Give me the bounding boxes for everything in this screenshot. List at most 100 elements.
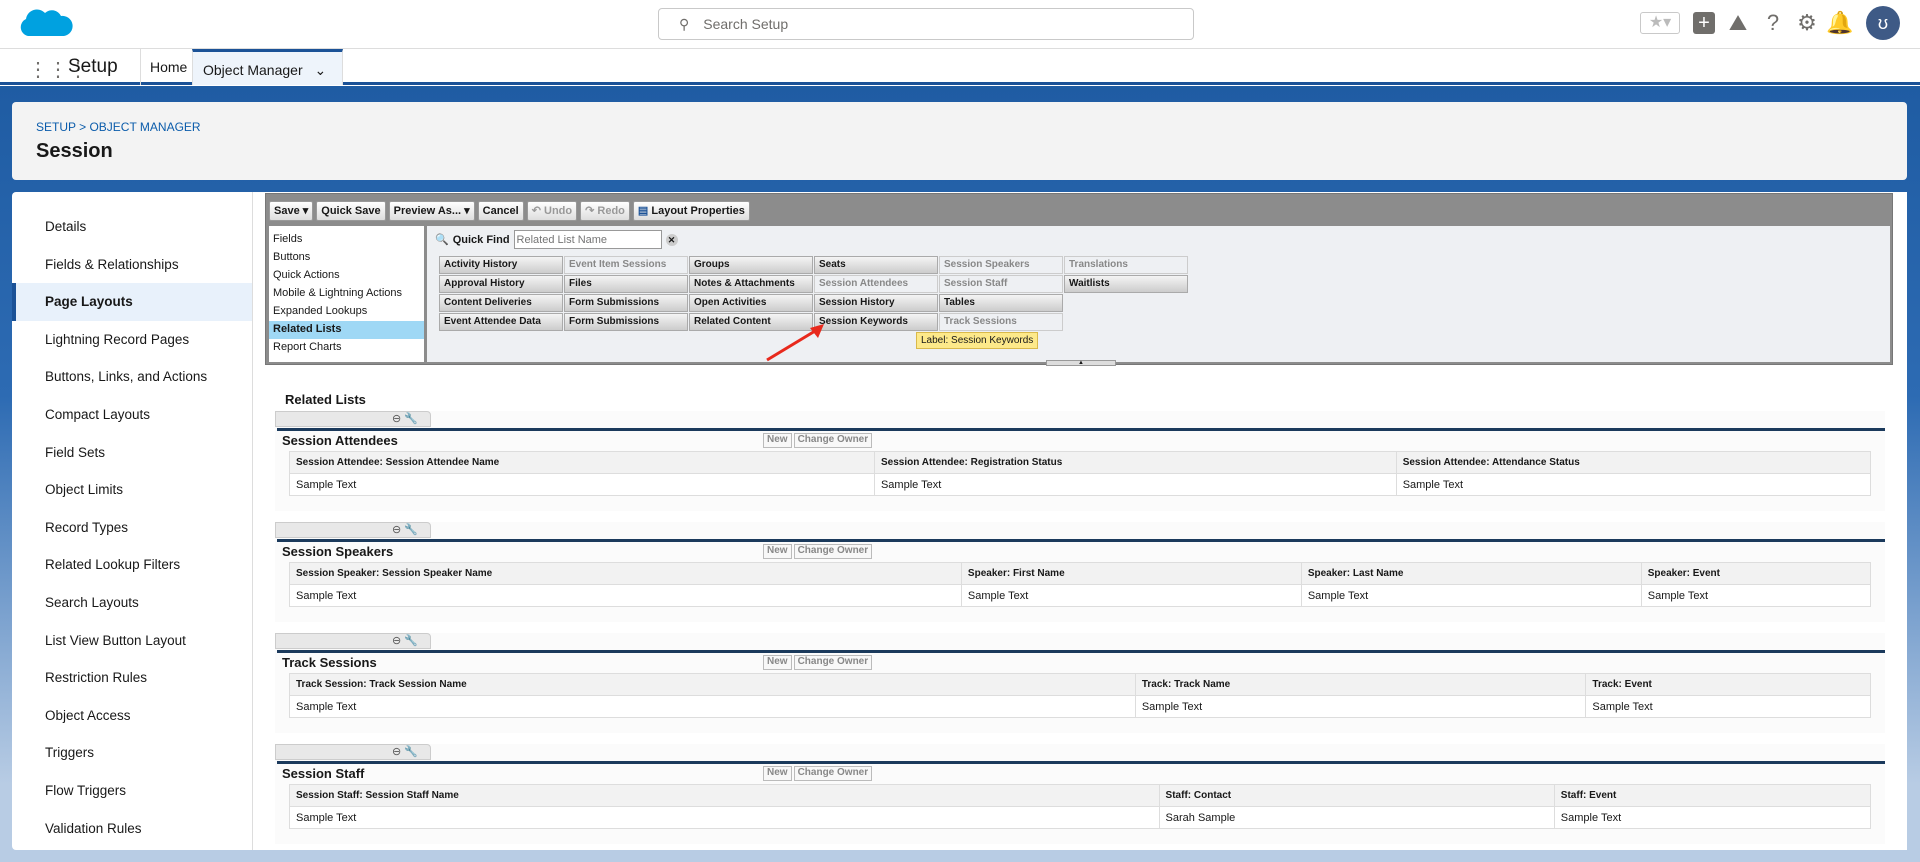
- help-icon[interactable]: ?: [1760, 10, 1786, 36]
- section-buttons: New Change Owner: [763, 433, 873, 448]
- palette-item[interactable]: Translations: [1064, 256, 1188, 274]
- section-buttons: New Change Owner: [763, 766, 873, 781]
- new-button[interactable]: New: [763, 544, 792, 559]
- palette-item[interactable]: Form Submissions: [564, 313, 688, 331]
- related-list-table: Track Session: Track Session Name Track: …: [289, 673, 1871, 718]
- palette-toolbar: Save ▾ Quick Save Preview As... ▾ Cancel…: [269, 198, 750, 224]
- new-button[interactable]: New: [763, 655, 792, 670]
- palette-item[interactable]: Session Speakers: [939, 256, 1063, 274]
- new-button[interactable]: New: [763, 433, 792, 448]
- palette-item[interactable]: Event Item Sessions: [564, 256, 688, 274]
- sidebar-item[interactable]: Field Sets: [12, 434, 252, 472]
- sidebar-item[interactable]: Object Access: [12, 697, 252, 735]
- palette-item[interactable]: Session Staff: [939, 275, 1063, 293]
- add-icon[interactable]: +: [1693, 12, 1715, 34]
- section-divider: [277, 761, 1885, 764]
- tab-home[interactable]: Home: [140, 49, 196, 85]
- wrench-icon[interactable]: 🔧: [404, 746, 418, 758]
- chevron-down-icon[interactable]: ⌄: [315, 62, 327, 78]
- palette-item[interactable]: Open Activities: [689, 294, 813, 312]
- palette-item[interactable]: Activity History: [439, 256, 563, 274]
- redo-button[interactable]: ↷ Redo: [580, 201, 630, 221]
- change-owner-button[interactable]: Change Owner: [793, 433, 873, 448]
- clear-icon[interactable]: ✕: [665, 233, 678, 246]
- change-owner-button[interactable]: Change Owner: [793, 655, 873, 670]
- sidebar-item[interactable]: Record Types: [12, 509, 252, 547]
- table-header-row: Session Speaker: Session Speaker Name Spe…: [289, 562, 1872, 585]
- favorites-star-icon[interactable]: ★▾: [1640, 12, 1680, 34]
- sidebar-item[interactable]: Validation Rules: [12, 810, 252, 848]
- notifications-bell-icon[interactable]: 🔔: [1826, 10, 1853, 36]
- sidebar-item[interactable]: Related Lookup Filters: [12, 546, 252, 584]
- column-header: Session Attendee: Registration Status: [873, 451, 1397, 474]
- remove-icon[interactable]: ⊖: [392, 635, 401, 647]
- layout-properties-button[interactable]: ▤ Layout Properties: [632, 201, 750, 221]
- sidebar-item[interactable]: Search Layouts: [12, 584, 252, 622]
- palette-item[interactable]: Track Sessions: [939, 313, 1063, 331]
- palette-item[interactable]: Groups: [689, 256, 813, 274]
- sidebar-item[interactable]: List View Button Layout: [12, 622, 252, 660]
- remove-icon[interactable]: ⊖: [392, 413, 401, 425]
- save-button[interactable]: Save ▾: [269, 201, 314, 221]
- breadcrumb[interactable]: SETUP > OBJECT MANAGER: [36, 120, 201, 134]
- section-drag-handle[interactable]: ⊖ 🔧: [275, 744, 431, 760]
- sidebar-item[interactable]: Fields & Relationships: [12, 246, 252, 284]
- search-setup-input[interactable]: ⚲ Search Setup: [658, 8, 1194, 40]
- column-header: Staff: Event: [1553, 784, 1872, 807]
- tab-object-manager[interactable]: Object Manager ⌄: [192, 49, 344, 85]
- section-drag-handle[interactable]: ⊖ 🔧: [275, 633, 431, 649]
- sidebar-item[interactable]: Page Layouts: [12, 283, 252, 321]
- palette-category[interactable]: Report Charts: [269, 339, 424, 357]
- palette-category[interactable]: Buttons: [269, 249, 424, 267]
- sidebar-item[interactable]: Details: [12, 208, 252, 246]
- palette-item[interactable]: Session Keywords: [814, 313, 938, 331]
- sidebar-item[interactable]: Buttons, Links, and Actions: [12, 358, 252, 396]
- section-buttons: New Change Owner: [763, 544, 873, 559]
- sidebar-item[interactable]: Object Limits: [12, 471, 252, 509]
- palette-category[interactable]: Mobile & Lightning Actions: [269, 285, 424, 303]
- sidebar-item[interactable]: Lightning Record Pages: [12, 321, 252, 359]
- new-button[interactable]: New: [763, 766, 792, 781]
- remove-icon[interactable]: ⊖: [392, 524, 401, 536]
- change-owner-button[interactable]: Change Owner: [793, 766, 873, 781]
- palette-item[interactable]: Form Submissions: [564, 294, 688, 312]
- palette-item[interactable]: Session Attendees: [814, 275, 938, 293]
- sidebar-item[interactable]: Compact Layouts: [12, 396, 252, 434]
- palette-item[interactable]: Event Attendee Data: [439, 313, 563, 331]
- palette-category[interactable]: Fields: [269, 231, 424, 249]
- cancel-button[interactable]: Cancel: [477, 201, 524, 221]
- palette-category[interactable]: Quick Actions: [269, 267, 424, 285]
- remove-icon[interactable]: ⊖: [392, 746, 401, 758]
- column-header: Track Session: Track Session Name: [289, 673, 1136, 696]
- page-header: SETUP > OBJECT MANAGER Session: [12, 102, 1907, 180]
- change-owner-button[interactable]: Change Owner: [793, 544, 873, 559]
- palette-collapse-handle[interactable]: ▲: [1046, 360, 1116, 366]
- trailhead-icon[interactable]: ⛰: [1725, 10, 1751, 36]
- quick-save-button[interactable]: Quick Save: [316, 201, 386, 221]
- quick-find-input[interactable]: [513, 230, 662, 249]
- undo-button[interactable]: ↶ Undo: [526, 201, 578, 221]
- palette-item[interactable]: Content Deliveries: [439, 294, 563, 312]
- user-avatar[interactable]: ʊ: [1866, 6, 1900, 40]
- sidebar-item[interactable]: Restriction Rules: [12, 659, 252, 697]
- setup-gear-icon[interactable]: ⚙: [1794, 10, 1820, 36]
- salesforce-logo[interactable]: [14, 6, 74, 44]
- sidebar-item[interactable]: Triggers: [12, 734, 252, 772]
- section-drag-handle[interactable]: ⊖ 🔧: [275, 522, 431, 538]
- palette-category[interactable]: Related Lists: [269, 321, 424, 339]
- wrench-icon[interactable]: 🔧: [404, 524, 418, 536]
- palette-item[interactable]: Seats: [814, 256, 938, 274]
- section-drag-handle[interactable]: ⊖ 🔧: [275, 411, 431, 427]
- palette-item[interactable]: Approval History: [439, 275, 563, 293]
- palette-item[interactable]: Waitlists: [1064, 275, 1188, 293]
- palette-item[interactable]: Tables: [939, 294, 1063, 312]
- wrench-icon[interactable]: 🔧: [404, 413, 418, 425]
- wrench-icon[interactable]: 🔧: [404, 635, 418, 647]
- sidebar-item[interactable]: Flow Triggers: [12, 772, 252, 810]
- palette-item[interactable]: Files: [564, 275, 688, 293]
- palette-item[interactable]: Notes & Attachments: [689, 275, 813, 293]
- preview-as-button[interactable]: Preview As... ▾: [388, 201, 475, 221]
- column-header: Session Attendee: Attendance Status: [1395, 451, 1872, 474]
- palette-item[interactable]: Session History: [814, 294, 938, 312]
- palette-category[interactable]: Expanded Lookups: [269, 303, 424, 321]
